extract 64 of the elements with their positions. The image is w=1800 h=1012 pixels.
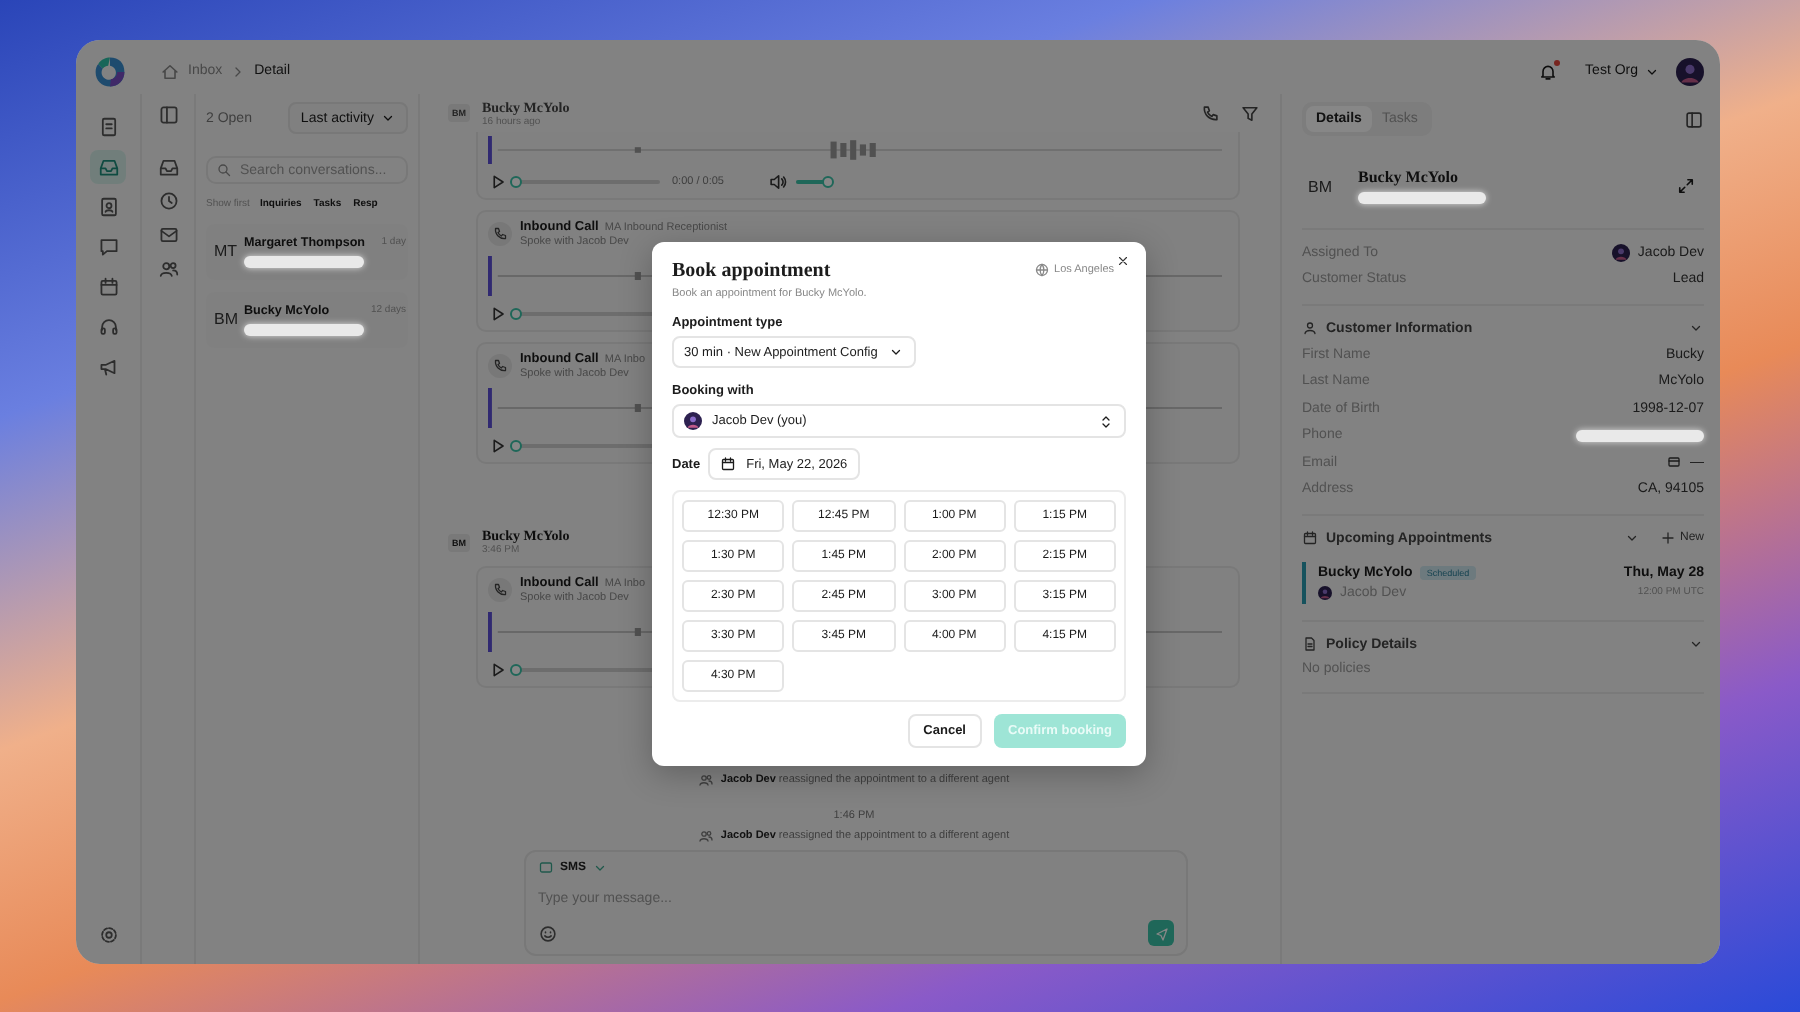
document-icon: [97, 116, 119, 138]
slider-thumb[interactable]: [510, 308, 522, 320]
play-icon[interactable]: [488, 304, 508, 324]
slider-thumb[interactable]: [510, 440, 522, 452]
logo-icon[interactable]: [92, 53, 128, 89]
send-icon: [1153, 925, 1169, 941]
contact-name: Bucky McYolo: [1358, 168, 1460, 186]
chevron-down-icon: [887, 344, 904, 360]
play-icon[interactable]: [488, 436, 508, 456]
avatar-icon: [1318, 586, 1332, 600]
settings-icon: [97, 924, 119, 946]
slider-thumb[interactable]: [822, 176, 834, 188]
emoji-icon[interactable]: [538, 923, 558, 943]
redaction-bar: [1358, 192, 1486, 204]
slider-thumb[interactable]: [510, 176, 522, 188]
document-icon: [1302, 636, 1318, 652]
bell-icon[interactable]: [1537, 61, 1558, 81]
dialog-title: Book appointment: [672, 260, 833, 282]
contact-initials: BM: [214, 310, 238, 328]
volume-icon[interactable]: [768, 172, 788, 192]
chevron-down-icon[interactable]: [1623, 530, 1640, 546]
chevron-down-icon[interactable]: [1688, 636, 1704, 652]
search-icon: [216, 162, 232, 178]
chat-icon: [97, 236, 119, 258]
avatar-icon: [1676, 57, 1704, 85]
notification-dot: [1553, 59, 1560, 65]
avatar-icon: [1611, 243, 1630, 262]
redaction-bar: [1576, 429, 1704, 442]
calendar-icon: [97, 276, 119, 298]
contact-initials: BM: [1306, 175, 1334, 199]
clock-icon[interactable]: [157, 190, 179, 212]
chevron-down-icon: [380, 110, 396, 126]
nav-button[interactable]: [90, 150, 126, 184]
select-arrows-icon: [1098, 413, 1114, 429]
filter-icon[interactable]: [1240, 103, 1260, 123]
megaphone-icon: [97, 356, 119, 378]
panel-toggle-icon[interactable]: [157, 104, 179, 126]
inbox-icon: [97, 156, 119, 178]
contact-card-icon: [97, 196, 119, 218]
redaction-bar: [244, 324, 364, 336]
globe-icon: [1034, 262, 1051, 278]
chat-icon: [538, 860, 554, 876]
calendar-icon: [720, 456, 737, 472]
redaction-bar: [244, 256, 364, 268]
avatar-icon: [684, 412, 702, 430]
people-icon[interactable]: [157, 258, 179, 280]
home-icon[interactable]: [160, 61, 180, 81]
plus-icon: [1659, 530, 1676, 546]
slider-thumb[interactable]: [510, 664, 522, 676]
calendar-icon: [1302, 530, 1318, 546]
contact-initials: MT: [214, 242, 238, 260]
close-icon[interactable]: [1116, 254, 1130, 268]
play-icon[interactable]: [488, 660, 508, 680]
inbox-icon[interactable]: [157, 156, 179, 178]
person-icon: [1302, 320, 1318, 336]
expand-icon[interactable]: [1676, 176, 1696, 196]
people-icon: [698, 828, 715, 844]
people-icon: [698, 772, 715, 788]
headset-icon: [97, 316, 119, 338]
phone-icon[interactable]: [1200, 103, 1220, 123]
chevron-down-icon: [592, 860, 609, 876]
play-icon[interactable]: [488, 172, 508, 192]
chevron-down-icon[interactable]: [1688, 320, 1704, 336]
panel-toggle-icon[interactable]: [1684, 109, 1704, 129]
